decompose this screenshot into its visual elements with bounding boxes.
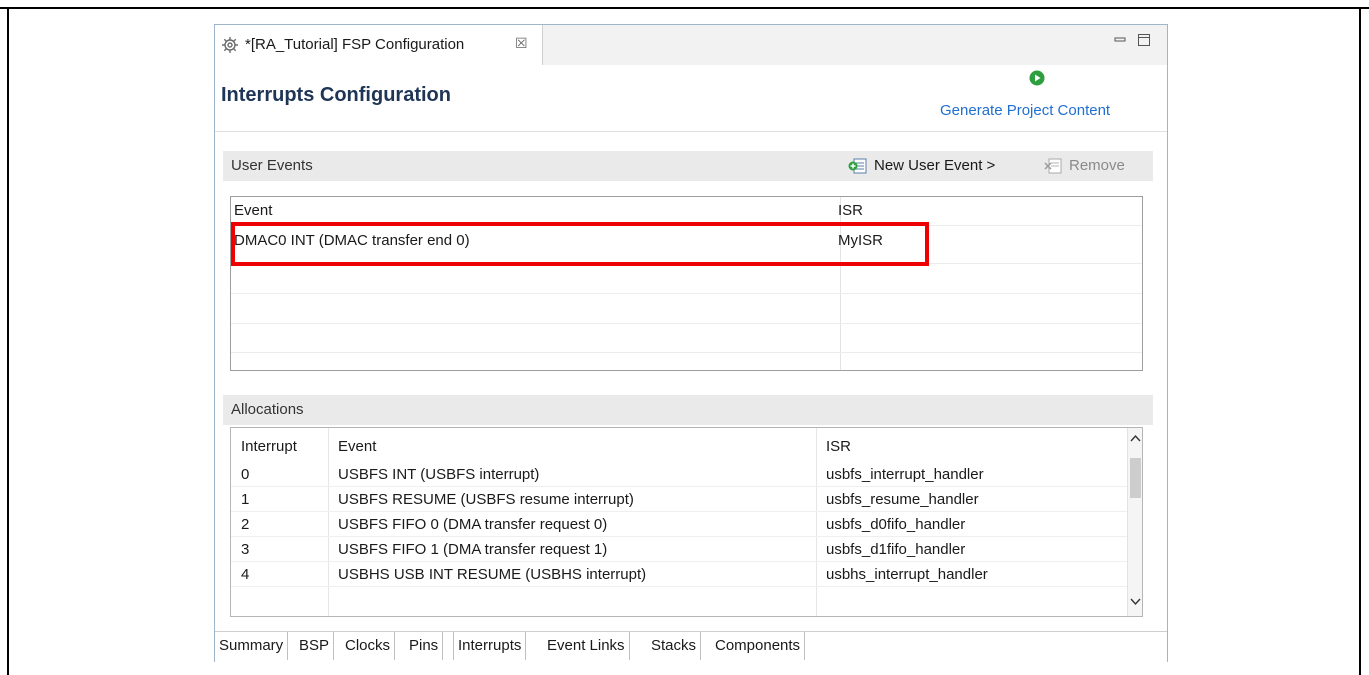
frame-top-border: [0, 7, 1369, 9]
editor-tab-title: *[RA_Tutorial] FSP Configuration: [245, 36, 465, 53]
row-divider: [231, 323, 1142, 324]
column-header-interrupt[interactable]: Interrupt: [241, 438, 297, 455]
page-header: Interrupts Configuration Generate Projec…: [215, 65, 1167, 132]
table-row[interactable]: 1 USBFS RESUME (USBFS resume interrupt) …: [231, 487, 1127, 512]
new-user-event-label: New User Event >: [874, 157, 996, 174]
minimize-icon[interactable]: [1113, 33, 1127, 51]
interrupt-cell: 1: [241, 491, 250, 508]
event-cell: USBFS RESUME (USBFS resume interrupt): [338, 491, 634, 508]
column-header-event[interactable]: Event: [234, 202, 272, 219]
interrupt-cell: 4: [241, 566, 250, 583]
close-icon[interactable]: ☒: [515, 35, 528, 52]
tab-pins[interactable]: Pins: [405, 632, 444, 660]
editor-tab[interactable]: *[RA_Tutorial] FSP Configuration ☒: [215, 25, 543, 65]
interrupt-cell: 2: [241, 516, 250, 533]
configuration-tab-bar: Summary BSP Clocks Pins Interrupts Event…: [215, 631, 1167, 662]
frame-left-border: [7, 7, 9, 675]
event-cell: USBFS FIFO 1 (DMA transfer request 1): [338, 541, 608, 558]
table-header-row: Interrupt Event ISR: [231, 428, 1127, 462]
isr-cell: usbfs_interrupt_handler: [826, 466, 984, 483]
scroll-up-icon[interactable]: [1130, 434, 1141, 445]
row-divider: [231, 263, 1142, 264]
user-events-table: Event ISR DMAC0 INT (DMAC transfer end 0…: [230, 196, 1143, 371]
column-header-isr[interactable]: ISR: [838, 202, 863, 219]
tab-summary[interactable]: Summary: [215, 632, 289, 660]
maximize-icon[interactable]: [1137, 33, 1151, 51]
user-events-title: User Events: [231, 157, 313, 174]
row-divider: [231, 352, 1142, 353]
user-events-section-bar: User Events New User Event > Remove: [223, 151, 1153, 181]
generate-project-content-link[interactable]: Generate Project Content: [940, 102, 1110, 119]
add-event-icon: [848, 157, 868, 179]
event-cell: USBHS USB INT RESUME (USBHS interrupt): [338, 566, 647, 583]
tab-clocks[interactable]: Clocks: [341, 632, 396, 660]
interrupt-cell: 3: [241, 541, 250, 558]
allocations-title: Allocations: [231, 401, 304, 418]
tab-components[interactable]: Components: [711, 632, 806, 660]
vertical-scrollbar[interactable]: [1127, 428, 1142, 616]
tab-interrupts[interactable]: Interrupts: [453, 632, 527, 660]
isr-cell: usbfs_resume_handler: [826, 491, 979, 508]
page-title: Interrupts Configuration: [221, 84, 451, 106]
scrollbar-thumb[interactable]: [1130, 458, 1141, 498]
row-divider: [231, 293, 1142, 294]
table-row[interactable]: 3 USBFS FIFO 1 (DMA transfer request 1) …: [231, 537, 1127, 562]
column-header-isr[interactable]: ISR: [826, 438, 851, 455]
event-cell: USBFS INT (USBFS interrupt): [338, 466, 540, 483]
tab-event-links[interactable]: Event Links: [543, 632, 630, 660]
editor-tab-bar: *[RA_Tutorial] FSP Configuration ☒: [215, 25, 1167, 65]
remove-label: Remove: [1069, 157, 1125, 174]
isr-cell: usbhs_interrupt_handler: [826, 566, 988, 583]
event-cell: USBFS FIFO 0 (DMA transfer request 0): [338, 516, 608, 533]
table-row[interactable]: 4 USBHS USB INT RESUME (USBHS interrupt)…: [231, 562, 1127, 587]
column-separator: [840, 197, 841, 370]
allocations-table: Interrupt Event ISR 0 USBFS INT (USBFS i…: [230, 427, 1143, 617]
user-event-isr-cell[interactable]: MyISR: [838, 232, 883, 249]
tab-bsp[interactable]: BSP: [295, 632, 335, 660]
table-row[interactable]: 0 USBFS INT (USBFS interrupt) usbfs_inte…: [231, 462, 1127, 487]
remove-icon: [1043, 157, 1063, 179]
allocations-section-bar: Allocations: [223, 395, 1153, 425]
tab-stacks[interactable]: Stacks: [647, 632, 702, 660]
interrupt-cell: 0: [241, 466, 250, 483]
column-header-event[interactable]: Event: [338, 438, 376, 455]
gear-icon: [221, 36, 239, 58]
frame-right-border: [1359, 7, 1361, 675]
isr-cell: usbfs_d1fifo_handler: [826, 541, 966, 558]
table-row[interactable]: 2 USBFS FIFO 0 (DMA transfer request 0) …: [231, 512, 1127, 537]
fsp-configuration-editor: *[RA_Tutorial] FSP Configuration ☒ Inter…: [214, 24, 1168, 662]
user-event-cell[interactable]: DMAC0 INT (DMAC transfer end 0): [234, 232, 470, 249]
row-divider: [231, 225, 1142, 226]
isr-cell: usbfs_d0fifo_handler: [826, 516, 966, 533]
scroll-down-icon[interactable]: [1130, 598, 1141, 609]
play-circle-icon[interactable]: [1029, 70, 1045, 90]
